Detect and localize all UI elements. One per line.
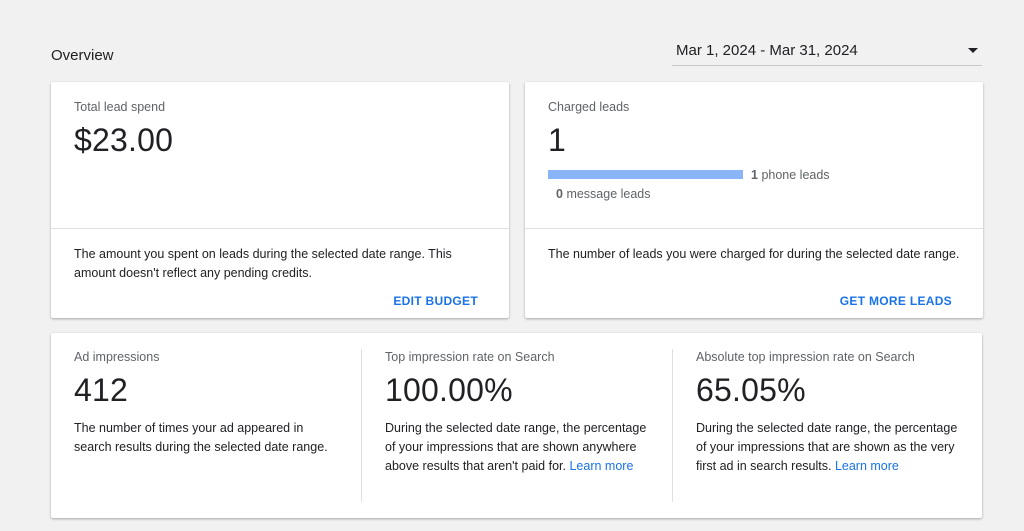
ad-impressions-description-text: The number of times your ad appeared in … [74,421,328,454]
card-divider [525,228,983,229]
ad-impressions-label: Ad impressions [74,350,160,364]
top-impression-rate-description: During the selected date range, the perc… [385,419,647,476]
absolute-top-impression-rate-description: During the selected date range, the perc… [696,419,968,476]
lead-spend-card: Total lead spend $23.00 The amount you s… [51,82,509,318]
column-divider [672,349,673,502]
phone-leads-count: 1 [751,168,758,182]
learn-more-link[interactable]: Learn more [835,459,899,473]
card-divider [51,228,509,229]
date-range-selector[interactable]: Mar 1, 2024 - Mar 31, 2024 [672,36,982,66]
impressions-column-ad: Ad impressions 412 The number of times y… [74,333,344,518]
phone-leads-bar [548,170,743,179]
absolute-top-impression-rate-label: Absolute top impression rate on Search [696,350,915,364]
absolute-top-impression-rate-value: 65.05% [696,372,806,408]
impressions-card: Ad impressions 412 The number of times y… [51,333,982,518]
phone-leads-label: 1 phone leads [751,168,830,182]
message-leads-count: 0 [556,187,563,201]
learn-more-link[interactable]: Learn more [569,459,633,473]
edit-budget-button[interactable]: EDIT BUDGET [393,294,478,308]
page-title: Overview [51,47,114,64]
get-more-leads-button[interactable]: GET MORE LEADS [840,294,952,308]
lead-spend-label: Total lead spend [74,100,166,114]
charged-leads-value: 1 [548,122,566,158]
impressions-column-absolute: Absolute top impression rate on Search 6… [696,333,971,518]
impressions-column-top: Top impression rate on Search 100.00% Du… [385,333,655,518]
lead-spend-description: The amount you spent on leads during the… [74,247,452,280]
ad-impressions-description: The number of times your ad appeared in … [74,419,332,457]
date-range-value: Mar 1, 2024 - Mar 31, 2024 [676,42,858,59]
ad-impressions-value: 412 [74,372,128,408]
message-leads-label: 0 message leads [556,187,651,201]
charged-leads-label: Charged leads [548,100,630,114]
top-impression-rate-label: Top impression rate on Search [385,350,555,364]
top-impression-rate-value: 100.00% [385,372,513,408]
message-leads-text: message leads [566,187,651,201]
lead-spend-value: $23.00 [74,122,174,158]
charged-leads-description: The number of leads you were charged for… [548,247,960,261]
charged-leads-card: Charged leads 1 1 phone leads 0 message … [525,82,983,318]
caret-down-icon [968,48,978,53]
column-divider [361,349,362,502]
absolute-top-impression-rate-description-text: During the selected date range, the perc… [696,421,958,473]
phone-leads-text: phone leads [761,168,830,182]
